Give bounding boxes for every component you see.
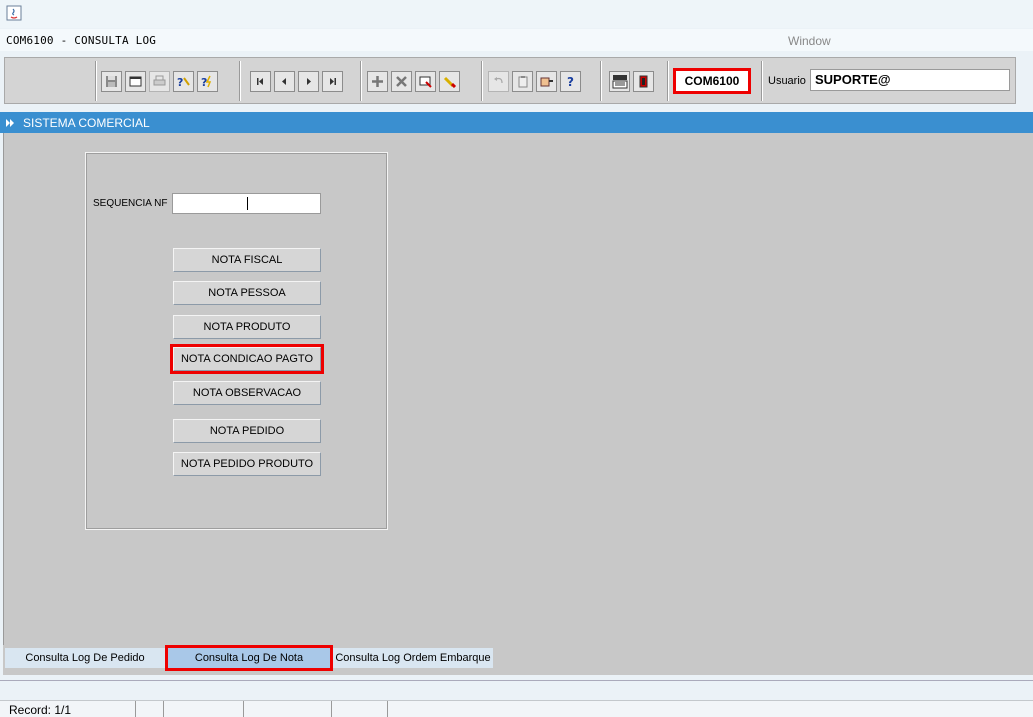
divider [0, 680, 1033, 681]
panel-header: SISTEMA COMERCIAL [0, 112, 1033, 133]
save-icon[interactable] [101, 70, 122, 92]
toolbar-group-2 [250, 67, 343, 95]
toolbar-separator [360, 61, 362, 101]
toolbar-group-3 [367, 67, 460, 95]
toolbar-separator [667, 61, 669, 101]
window-title: COM6100 - CONSULTA LOG [6, 34, 157, 47]
undo-icon[interactable] [488, 70, 509, 92]
collapse-icon[interactable] [5, 118, 15, 128]
duplicate-icon[interactable] [415, 70, 436, 92]
delete-record-icon[interactable] [391, 70, 412, 92]
panel-title: SISTEMA COMERCIAL [23, 116, 150, 130]
next-record-icon[interactable] [298, 70, 319, 92]
title-bar [0, 0, 1033, 28]
nota-fiscal-button[interactable]: NOTA FISCAL [173, 248, 321, 272]
print-icon[interactable] [149, 70, 170, 92]
sequencia-nf-label: SEQUENCIA NF [93, 198, 168, 209]
previous-record-icon[interactable] [274, 70, 295, 92]
status-divider [135, 701, 136, 717]
last-record-icon[interactable] [322, 70, 343, 92]
execute-query-icon[interactable]: ? [197, 70, 218, 92]
toolbar-separator [600, 61, 602, 101]
clear-icon[interactable] [439, 70, 460, 92]
hand-icon[interactable] [536, 70, 557, 92]
nota-pedido-button[interactable]: NOTA PEDIDO [173, 419, 321, 443]
first-record-icon[interactable] [250, 70, 271, 92]
window-icon[interactable] [125, 70, 146, 92]
nota-pessoa-button[interactable]: NOTA PESSOA [173, 281, 321, 305]
status-divider [331, 701, 332, 717]
module-code-label: COM6100 [673, 68, 751, 94]
nota-condicao-pagto-button[interactable]: NOTA CONDICAO PAGTO [170, 344, 324, 374]
java-icon [6, 5, 22, 21]
toolbar-separator [239, 61, 241, 101]
status-bar: Record: 1/1 [0, 700, 1033, 717]
svg-text:?: ? [567, 75, 574, 88]
usuario-label: Usuario [768, 75, 806, 87]
tab-consulta-log-ordem-embarque[interactable]: Consulta Log Ordem Embarque [333, 648, 493, 668]
nota-pedido-produto-button[interactable]: NOTA PEDIDO PRODUTO [173, 452, 321, 476]
sequencia-nf-input[interactable] [172, 193, 321, 214]
exit-icon[interactable] [633, 70, 654, 92]
query-help-icon[interactable]: ? [173, 70, 194, 92]
toolbar-separator [95, 61, 97, 101]
menu-icon[interactable] [609, 70, 630, 92]
nota-produto-button[interactable]: NOTA PRODUTO [173, 315, 321, 339]
toolbar-separator [481, 61, 483, 101]
text-cursor [247, 197, 248, 210]
record-status: Record: 1/1 [9, 703, 72, 717]
clipboard-icon[interactable] [512, 70, 533, 92]
toolbar-group-4: ? [488, 67, 581, 95]
status-divider [387, 701, 388, 717]
usuario-field[interactable]: SUPORTE@ [810, 69, 1010, 91]
toolbar-group-1: ? ? [101, 67, 218, 95]
toolbar-group-5 [609, 67, 654, 95]
window-menu[interactable]: Window [788, 34, 831, 48]
svg-text:?: ? [177, 76, 183, 88]
status-divider [243, 701, 244, 717]
help-icon[interactable]: ? [560, 70, 581, 92]
toolbar-separator [761, 61, 763, 101]
insert-record-icon[interactable] [367, 70, 388, 92]
tab-consulta-log-pedido[interactable]: Consulta Log De Pedido [5, 648, 165, 668]
nota-observacao-button[interactable]: NOTA OBSERVACAO [173, 381, 321, 405]
tab-consulta-log-nota[interactable]: Consulta Log De Nota [165, 645, 333, 671]
status-divider [163, 701, 164, 717]
